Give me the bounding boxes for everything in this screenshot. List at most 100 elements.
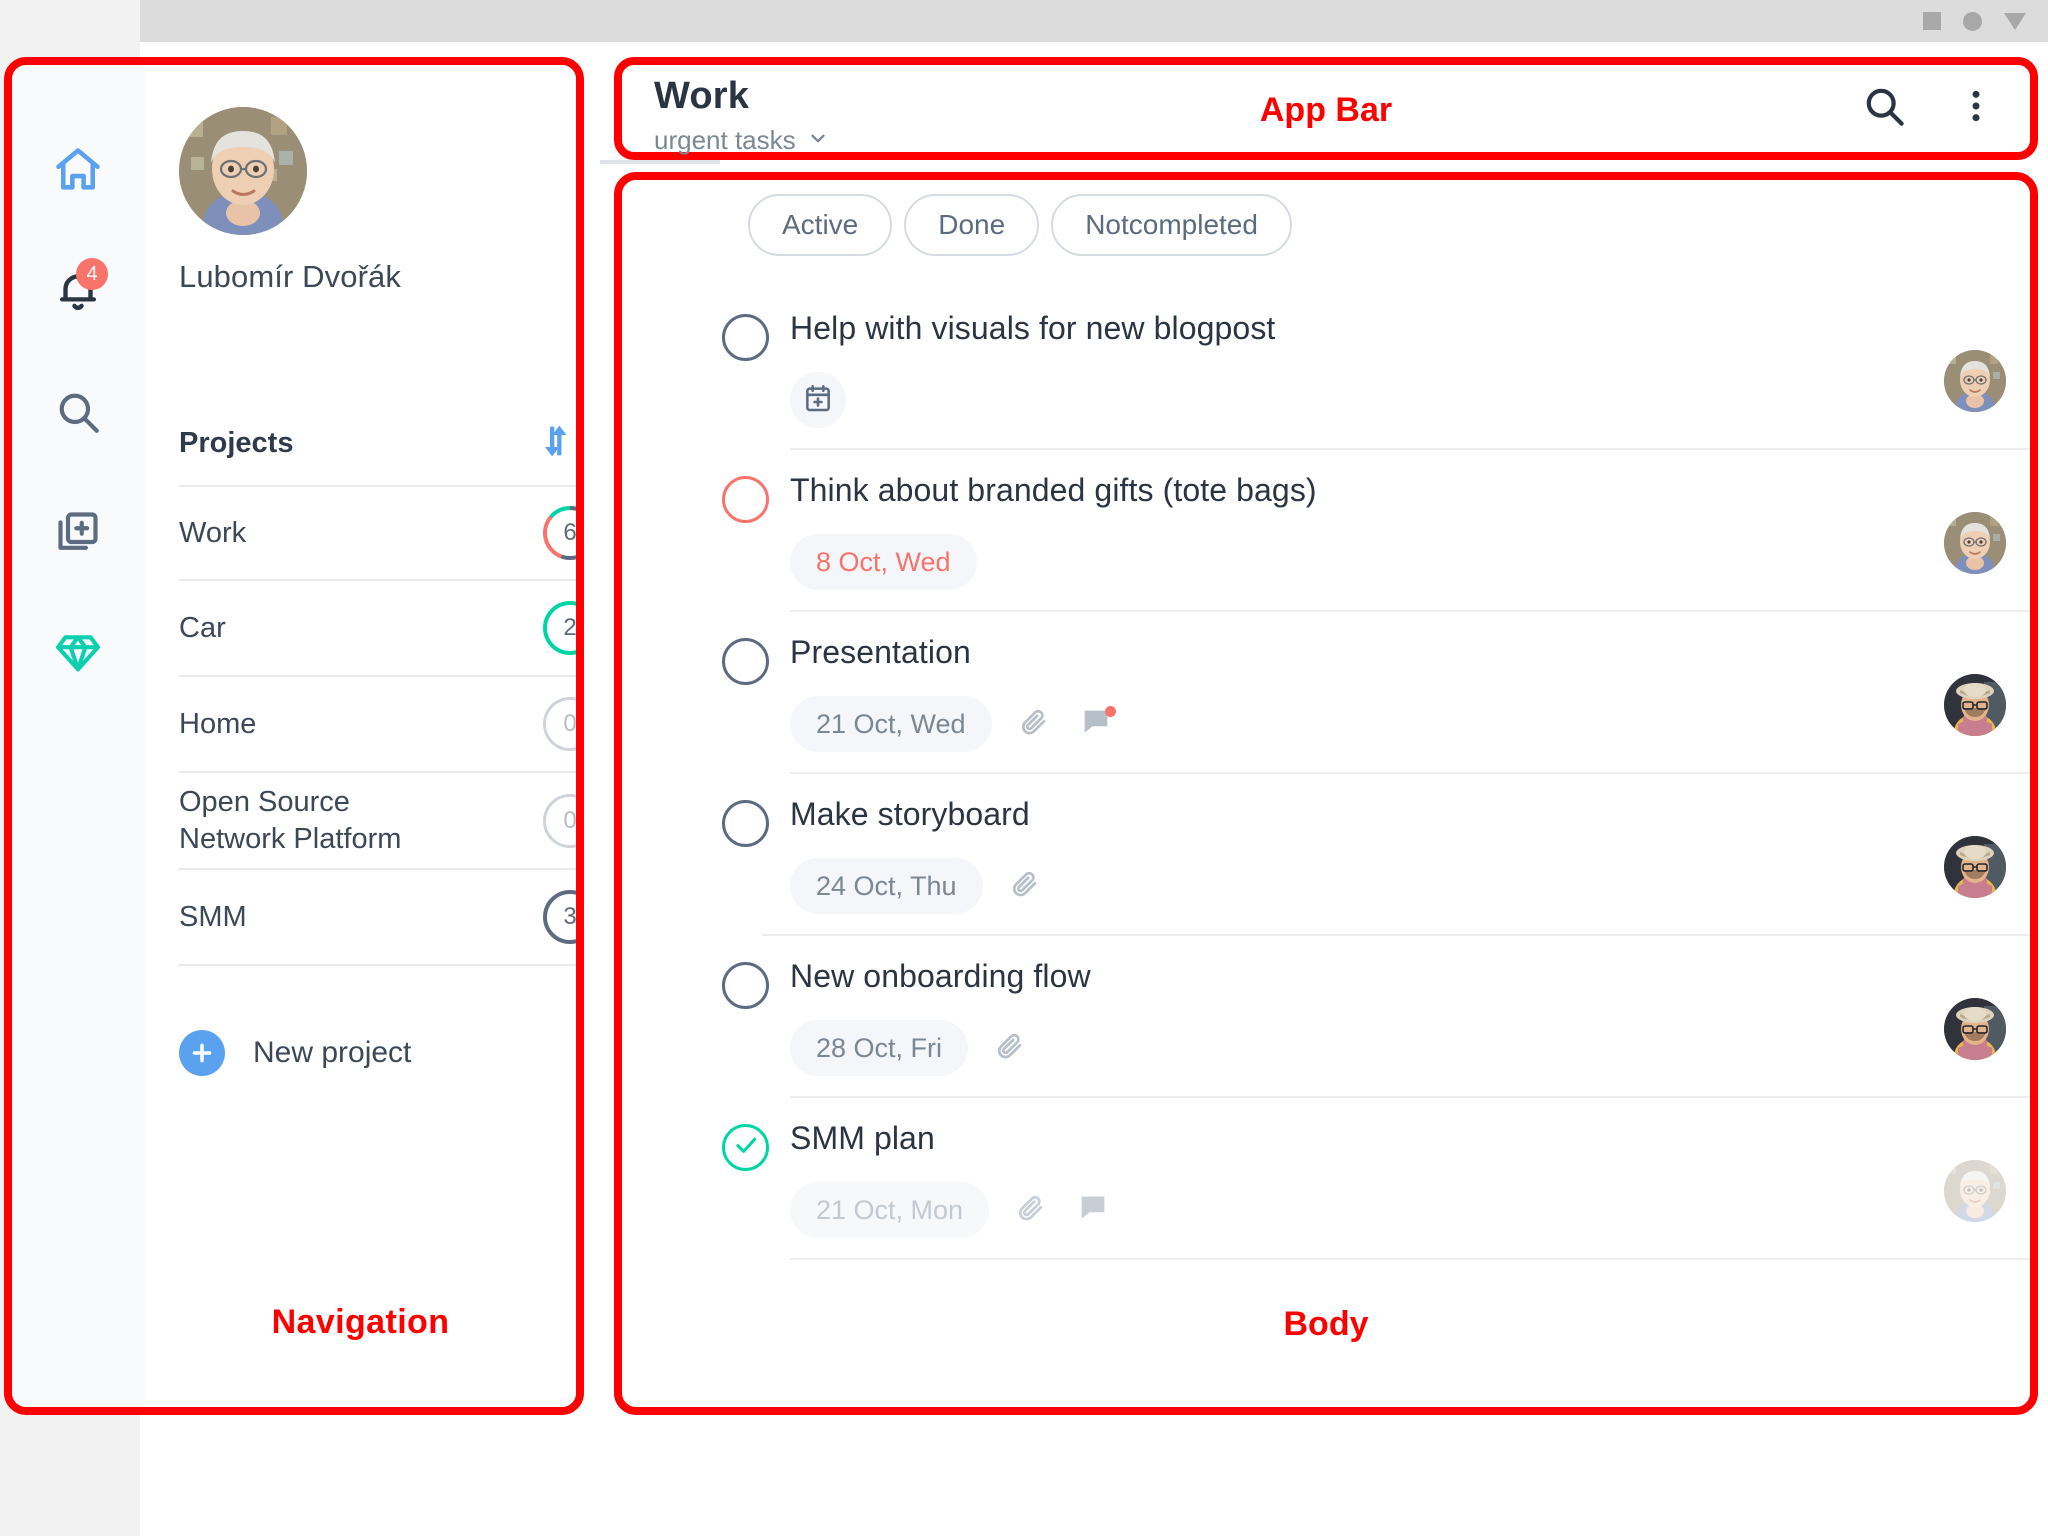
task-checkbox[interactable] <box>722 1124 769 1171</box>
app-bar-search-button[interactable] <box>1856 81 1912 137</box>
task-title: Help with visuals for new blogpost <box>790 310 1276 346</box>
task-row[interactable]: SMM plan 21 Oct, Mon <box>722 1098 2030 1260</box>
nav-rail-item-premium[interactable] <box>46 622 110 686</box>
task-checkbox[interactable] <box>722 800 769 847</box>
task-due-date[interactable]: 24 Oct, Thu <box>790 858 983 914</box>
nav-rail-item-search[interactable] <box>46 382 110 446</box>
app-bar: Work urgent tasks App Bar <box>614 57 2038 160</box>
comment-unread-dot <box>1104 706 1116 717</box>
body-annotation-label: Body <box>1283 1305 1369 1343</box>
app-bar-annotation-label: App Bar <box>1259 91 1393 129</box>
search-icon <box>1860 82 1908 135</box>
body-panel: Active Done Notcompleted Help with visua… <box>614 172 2038 1415</box>
paperclip-icon <box>1014 1191 1048 1230</box>
app-bar-more-button[interactable] <box>1948 81 2004 137</box>
comments-button[interactable] <box>1076 704 1116 744</box>
project-label: SMM <box>179 900 247 933</box>
new-project-label: New project <box>253 1036 412 1069</box>
paperclip-icon <box>1017 705 1051 744</box>
filter-chip-notcompleted[interactable]: Notcompleted <box>1051 194 1292 256</box>
app-bar-actions <box>1856 65 2004 152</box>
task-checkbox[interactable] <box>722 962 769 1009</box>
projects-title: Projects <box>179 426 294 459</box>
task-checkbox[interactable] <box>722 476 769 523</box>
filter-chip-group: Active Done Notcompleted <box>748 194 1292 256</box>
nav-content: Lubomír Dvořák Projects Work 6 Car 2 Hom… <box>145 65 576 1407</box>
filter-chip-active[interactable]: Active <box>748 194 893 256</box>
task-due-date[interactable]: 21 Oct, Wed <box>790 696 992 752</box>
new-project-button[interactable]: New project <box>179 1030 411 1076</box>
task-assignee-avatar[interactable] <box>1944 1160 2006 1222</box>
project-count-badge: 0 <box>543 793 576 848</box>
task-row[interactable]: Make storyboard 24 Oct, Thu <box>722 774 2030 936</box>
attachment-button[interactable] <box>990 1028 1030 1068</box>
add-due-date-button[interactable] <box>790 372 846 428</box>
task-checkbox[interactable] <box>722 314 769 361</box>
project-row[interactable]: Open Source Network Platform 0 <box>179 773 576 870</box>
comments-button[interactable] <box>1073 1190 1113 1230</box>
task-assignee-avatar[interactable] <box>1944 674 2006 736</box>
project-count-badge: 3 <box>543 890 576 944</box>
task-title: SMM plan <box>790 1120 935 1156</box>
project-label: Home <box>179 707 257 740</box>
navigation-annotation-label: Navigation <box>271 1303 450 1341</box>
projects-header: Projects <box>179 420 576 466</box>
project-count-badge: 6 <box>543 506 577 560</box>
task-due-date[interactable]: 8 Oct, Wed <box>790 534 977 590</box>
project-label: Work <box>179 516 247 549</box>
task-meta <box>790 372 846 428</box>
project-count-badge: 0 <box>543 697 576 751</box>
task-meta: 21 Oct, Mon <box>790 1182 1113 1238</box>
notifications-badge: 4 <box>76 258 108 290</box>
navigation-panel: 4 Lubomír Dvořák Projects Work 6 Car 2 H… <box>4 57 584 1415</box>
check-icon <box>732 1131 760 1164</box>
task-title: Think about branded gifts (tote bags) <box>790 472 1317 508</box>
task-checkbox[interactable] <box>722 638 769 685</box>
window-square-control[interactable] <box>1923 12 1941 30</box>
attachment-button[interactable] <box>1014 704 1054 744</box>
window-circle-control[interactable] <box>1963 11 1982 31</box>
attachment-button[interactable] <box>1005 866 1045 906</box>
sort-arrows-icon <box>536 421 576 466</box>
project-count-badge: 2 <box>543 601 576 655</box>
task-title: Make storyboard <box>790 796 1030 832</box>
nav-rail-item-notifications[interactable]: 4 <box>46 258 110 324</box>
task-meta: 8 Oct, Wed <box>790 534 977 590</box>
projects-list: Work 6 Car 2 Home 0 Open Source Network … <box>179 485 577 966</box>
sort-button[interactable] <box>533 420 576 466</box>
task-title: New onboarding flow <box>790 958 1091 994</box>
project-row[interactable]: Home 0 <box>179 677 576 773</box>
task-assignee-avatar[interactable] <box>1944 836 2006 898</box>
attachment-button[interactable] <box>1011 1190 1051 1230</box>
nav-rail-item-new-document[interactable] <box>46 502 110 566</box>
project-row[interactable]: Work 6 <box>179 485 577 581</box>
task-meta: 21 Oct, Wed <box>790 696 1116 752</box>
titlebar-left-gutter <box>0 0 140 42</box>
window-triangle-control[interactable] <box>2004 12 2026 30</box>
task-assignee-avatar[interactable] <box>1944 350 2006 412</box>
task-list: Help with visuals for new blogpost Think… <box>722 288 2030 1260</box>
window-titlebar <box>0 0 2048 42</box>
nav-rail-item-home[interactable] <box>46 140 110 204</box>
task-assignee-avatar[interactable] <box>1944 998 2006 1060</box>
task-row[interactable]: Help with visuals for new blogpost <box>722 288 2030 450</box>
task-meta: 24 Oct, Thu <box>790 858 1045 914</box>
task-due-date[interactable]: 28 Oct, Fri <box>790 1020 969 1076</box>
plus-icon <box>179 1030 225 1076</box>
chevron-down-icon <box>807 127 829 154</box>
paperclip-icon <box>1008 867 1042 906</box>
task-row[interactable]: New onboarding flow 28 Oct, Fri <box>722 936 2030 1098</box>
project-row[interactable]: SMM 3 <box>179 870 576 966</box>
filter-chip-done[interactable]: Done <box>904 194 1040 256</box>
window-controls[interactable] <box>1923 0 2026 42</box>
nav-rail: 4 <box>12 65 145 1407</box>
search-icon <box>53 387 103 442</box>
profile-avatar[interactable] <box>179 107 307 235</box>
task-row[interactable]: Presentation 21 Oct, Wed <box>722 612 2030 774</box>
project-row[interactable]: Car 2 <box>179 581 576 677</box>
task-due-date[interactable]: 21 Oct, Mon <box>790 1182 990 1238</box>
project-count: 6 <box>563 519 577 546</box>
task-meta: 28 Oct, Fri <box>790 1020 1030 1076</box>
task-assignee-avatar[interactable] <box>1944 512 2006 574</box>
task-row[interactable]: Think about branded gifts (tote bags) 8 … <box>722 450 2030 612</box>
